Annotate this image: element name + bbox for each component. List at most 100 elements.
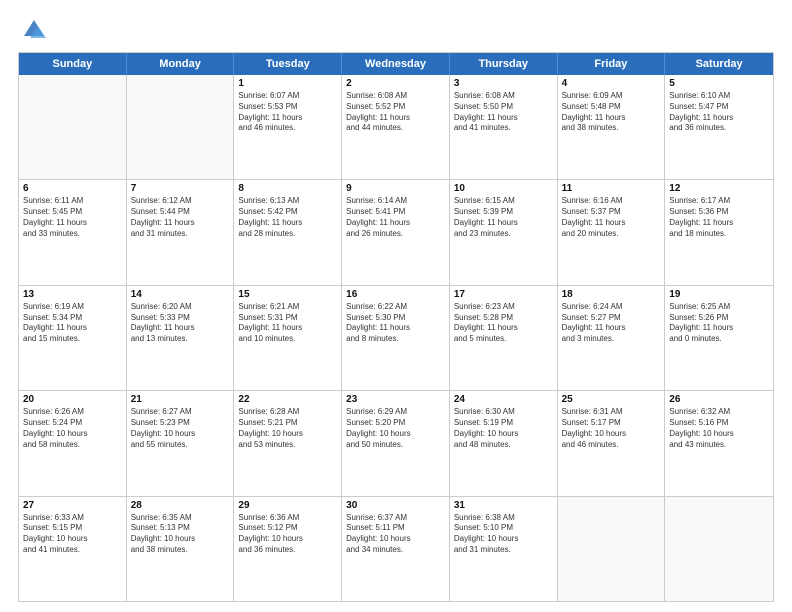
empty-cell (558, 497, 666, 601)
week-row-4: 20 Sunrise: 6:26 AM Sunset: 5:24 PM Dayli… (19, 391, 773, 496)
day-number: 21 (131, 394, 230, 405)
day-number: 20 (23, 394, 122, 405)
day-number: 23 (346, 394, 445, 405)
day-number: 15 (238, 289, 337, 300)
day-number: 9 (346, 183, 445, 194)
day-cell-29: 29Sunrise: 6:36 AM Sunset: 5:12 PM Dayli… (234, 497, 342, 601)
week-row-1: 1Sunrise: 6:07 AM Sunset: 5:53 PM Daylig… (19, 75, 773, 180)
day-cell-31: 31 Sunrise: 6:38 AM Sunset: 5:10 PM Dayli… (450, 497, 558, 601)
day-number: 18 (562, 289, 661, 300)
calendar-header: SundayMondayTuesdayWednesdayThursdayFrid… (19, 53, 773, 75)
empty-cell (127, 75, 235, 179)
day-cell-17: 17 Sunrise: 6:23 AM Sunset: 5:28 PM Dayli… (450, 286, 558, 390)
day-number: 10 (454, 183, 553, 194)
day-info: Sunrise: 6:13 AM Sunset: 5:42 PM Dayligh… (238, 196, 337, 239)
day-cell-22: 22 Sunrise: 6:28 AM Sunset: 5:21 PM Dayli… (234, 391, 342, 495)
day-info: Sunrise: 6:08 AM Sunset: 5:52 PM Dayligh… (346, 91, 445, 134)
day-number: 19 (669, 289, 769, 300)
day-number: 22 (238, 394, 337, 405)
day-info: Sunrise: 6:26 AM Sunset: 5:24 PM Dayligh… (23, 407, 122, 450)
day-number: 24 (454, 394, 553, 405)
weekday-header-monday: Monday (127, 53, 235, 75)
day-cell-15: 15 Sunrise: 6:21 AM Sunset: 5:31 PM Dayli… (234, 286, 342, 390)
day-number: 4 (562, 78, 661, 89)
day-cell-30: 30 Sunrise: 6:37 AM Sunset: 5:11 PM Dayli… (342, 497, 450, 601)
day-number: 27 (23, 500, 122, 511)
day-info: Sunrise: 6:16 AM Sunset: 5:37 PM Dayligh… (562, 196, 661, 239)
empty-cell (19, 75, 127, 179)
day-info: Sunrise: 6:32 AM Sunset: 5:16 PM Dayligh… (669, 407, 769, 450)
day-info: Sunrise: 6:30 AM Sunset: 5:19 PM Dayligh… (454, 407, 553, 450)
weekday-header-wednesday: Wednesday (342, 53, 450, 75)
day-cell-11: 11 Sunrise: 6:16 AM Sunset: 5:37 PM Dayli… (558, 180, 666, 284)
day-info: Sunrise: 6:19 AM Sunset: 5:34 PM Dayligh… (23, 302, 122, 345)
day-info: Sunrise: 6:21 AM Sunset: 5:31 PM Dayligh… (238, 302, 337, 345)
day-info: Sunrise: 6:31 AM Sunset: 5:17 PM Dayligh… (562, 407, 661, 450)
day-cell-18: 18 Sunrise: 6:24 AM Sunset: 5:27 PM Dayli… (558, 286, 666, 390)
day-number: 2 (346, 78, 445, 89)
week-row-3: 13 Sunrise: 6:19 AM Sunset: 5:34 PM Dayli… (19, 286, 773, 391)
day-cell-4: 4 Sunrise: 6:09 AM Sunset: 5:48 PM Daylig… (558, 75, 666, 179)
day-number: 29 (238, 500, 337, 511)
day-number: 13 (23, 289, 122, 300)
day-info: Sunrise: 6:22 AM Sunset: 5:30 PM Dayligh… (346, 302, 445, 345)
day-cell-20: 20 Sunrise: 6:26 AM Sunset: 5:24 PM Dayli… (19, 391, 127, 495)
day-cell-7: 7Sunrise: 6:12 AM Sunset: 5:44 PM Daylig… (127, 180, 235, 284)
day-cell-21: 21 Sunrise: 6:27 AM Sunset: 5:23 PM Dayli… (127, 391, 235, 495)
day-info: Sunrise: 6:15 AM Sunset: 5:39 PM Dayligh… (454, 196, 553, 239)
day-number: 30 (346, 500, 445, 511)
day-number: 6 (23, 183, 122, 194)
day-info: Sunrise: 6:23 AM Sunset: 5:28 PM Dayligh… (454, 302, 553, 345)
day-number: 25 (562, 394, 661, 405)
header (18, 18, 774, 44)
day-info: Sunrise: 6:29 AM Sunset: 5:20 PM Dayligh… (346, 407, 445, 450)
day-info: Sunrise: 6:17 AM Sunset: 5:36 PM Dayligh… (669, 196, 769, 239)
day-cell-3: 3Sunrise: 6:08 AM Sunset: 5:50 PM Daylig… (450, 75, 558, 179)
day-cell-13: 13 Sunrise: 6:19 AM Sunset: 5:34 PM Dayli… (19, 286, 127, 390)
day-number: 16 (346, 289, 445, 300)
day-number: 8 (238, 183, 337, 194)
day-cell-6: 6 Sunrise: 6:11 AM Sunset: 5:45 PM Daylig… (19, 180, 127, 284)
day-number: 11 (562, 183, 661, 194)
day-cell-25: 25 Sunrise: 6:31 AM Sunset: 5:17 PM Dayli… (558, 391, 666, 495)
day-number: 17 (454, 289, 553, 300)
day-cell-9: 9Sunrise: 6:14 AM Sunset: 5:41 PM Daylig… (342, 180, 450, 284)
day-cell-5: 5Sunrise: 6:10 AM Sunset: 5:47 PM Daylig… (665, 75, 773, 179)
week-row-5: 27 Sunrise: 6:33 AM Sunset: 5:15 PM Dayli… (19, 497, 773, 601)
weekday-header-tuesday: Tuesday (234, 53, 342, 75)
logo-icon (20, 16, 48, 44)
day-cell-26: 26 Sunrise: 6:32 AM Sunset: 5:16 PM Dayli… (665, 391, 773, 495)
day-cell-12: 12 Sunrise: 6:17 AM Sunset: 5:36 PM Dayli… (665, 180, 773, 284)
day-number: 12 (669, 183, 769, 194)
week-row-2: 6 Sunrise: 6:11 AM Sunset: 5:45 PM Daylig… (19, 180, 773, 285)
day-info: Sunrise: 6:12 AM Sunset: 5:44 PM Dayligh… (131, 196, 230, 239)
day-info: Sunrise: 6:38 AM Sunset: 5:10 PM Dayligh… (454, 513, 553, 556)
weekday-header-saturday: Saturday (665, 53, 773, 75)
day-cell-24: 24 Sunrise: 6:30 AM Sunset: 5:19 PM Dayli… (450, 391, 558, 495)
day-info: Sunrise: 6:33 AM Sunset: 5:15 PM Dayligh… (23, 513, 122, 556)
day-info: Sunrise: 6:08 AM Sunset: 5:50 PM Dayligh… (454, 91, 553, 134)
empty-cell (665, 497, 773, 601)
day-info: Sunrise: 6:11 AM Sunset: 5:45 PM Dayligh… (23, 196, 122, 239)
day-cell-1: 1Sunrise: 6:07 AM Sunset: 5:53 PM Daylig… (234, 75, 342, 179)
day-cell-16: 16 Sunrise: 6:22 AM Sunset: 5:30 PM Dayli… (342, 286, 450, 390)
calendar: SundayMondayTuesdayWednesdayThursdayFrid… (18, 52, 774, 602)
page: SundayMondayTuesdayWednesdayThursdayFrid… (0, 0, 792, 612)
day-number: 26 (669, 394, 769, 405)
day-info: Sunrise: 6:28 AM Sunset: 5:21 PM Dayligh… (238, 407, 337, 450)
calendar-body: 1Sunrise: 6:07 AM Sunset: 5:53 PM Daylig… (19, 75, 773, 601)
day-info: Sunrise: 6:07 AM Sunset: 5:53 PM Dayligh… (238, 91, 337, 134)
day-cell-14: 14Sunrise: 6:20 AM Sunset: 5:33 PM Dayli… (127, 286, 235, 390)
day-info: Sunrise: 6:09 AM Sunset: 5:48 PM Dayligh… (562, 91, 661, 134)
day-cell-28: 28Sunrise: 6:35 AM Sunset: 5:13 PM Dayli… (127, 497, 235, 601)
weekday-header-sunday: Sunday (19, 53, 127, 75)
day-number: 5 (669, 78, 769, 89)
day-cell-10: 10 Sunrise: 6:15 AM Sunset: 5:39 PM Dayli… (450, 180, 558, 284)
day-info: Sunrise: 6:20 AM Sunset: 5:33 PM Dayligh… (131, 302, 230, 345)
day-number: 31 (454, 500, 553, 511)
day-info: Sunrise: 6:24 AM Sunset: 5:27 PM Dayligh… (562, 302, 661, 345)
day-info: Sunrise: 6:27 AM Sunset: 5:23 PM Dayligh… (131, 407, 230, 450)
day-info: Sunrise: 6:37 AM Sunset: 5:11 PM Dayligh… (346, 513, 445, 556)
day-number: 28 (131, 500, 230, 511)
day-cell-8: 8 Sunrise: 6:13 AM Sunset: 5:42 PM Daylig… (234, 180, 342, 284)
